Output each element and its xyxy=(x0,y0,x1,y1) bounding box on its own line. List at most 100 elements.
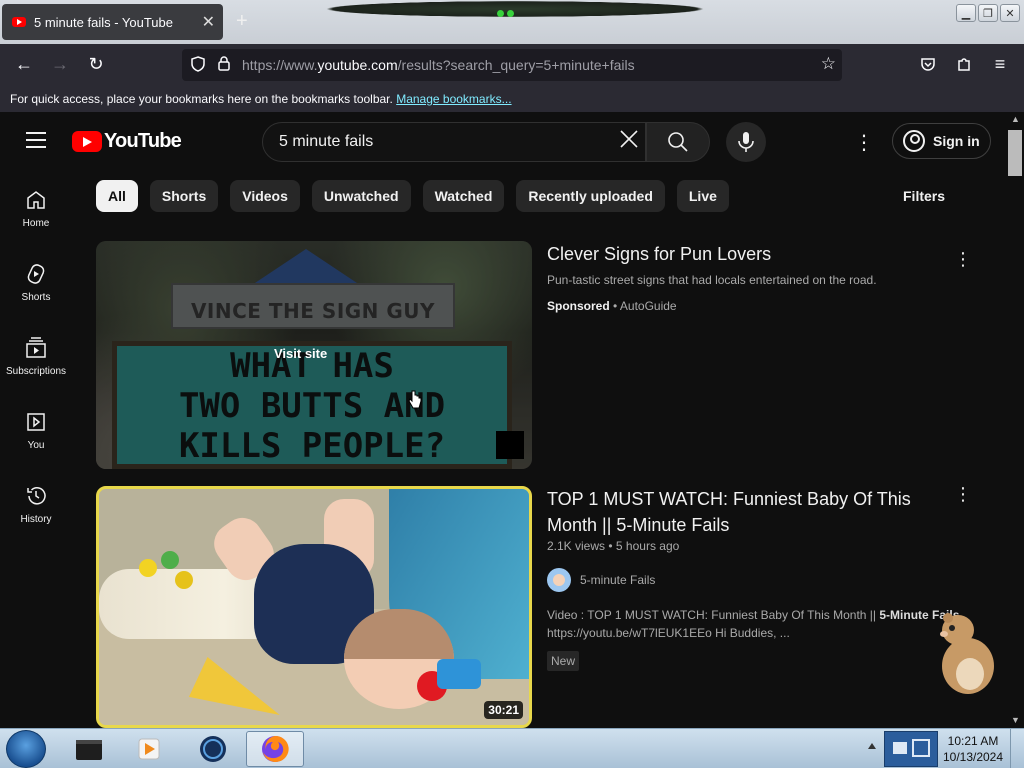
sidebar-item-history[interactable]: History xyxy=(0,466,72,540)
forward-arrow-icon[interactable]: → xyxy=(48,54,72,75)
close-window-button[interactable]: ✕ xyxy=(1000,4,1020,22)
show-desktop-button[interactable] xyxy=(1010,729,1024,768)
pocket-icon[interactable] xyxy=(916,54,940,76)
account-icon xyxy=(903,130,925,152)
window-decoration xyxy=(300,0,730,18)
system-tray-icons[interactable] xyxy=(884,731,938,767)
tab-close-icon[interactable]: ✕ xyxy=(202,12,215,32)
taskbar-app-firefox[interactable] xyxy=(246,731,304,767)
reload-icon[interactable]: ↻ xyxy=(84,54,108,75)
bookmark-star-icon[interactable]: ☆ xyxy=(821,54,836,74)
menu-icon[interactable]: ≡ xyxy=(988,54,1012,75)
video-stats: 2.1K views • 5 hours ago xyxy=(547,539,679,553)
video-more-menu-icon[interactable]: ⋮ xyxy=(954,484,972,505)
new-tab-icon[interactable]: + xyxy=(236,10,248,33)
windows-taskbar: 10:21 AM 10/13/2024 xyxy=(0,728,1024,768)
mouse-cursor-icon xyxy=(408,390,422,409)
chip-live[interactable]: Live xyxy=(676,180,729,212)
restore-button[interactable]: ❐ xyxy=(978,4,998,22)
minimize-button[interactable]: ▁ xyxy=(956,4,976,22)
browser-toolbar: ← → ↻ https://www.youtube.com/results?se… xyxy=(0,44,1024,86)
taskbar-app-globe[interactable] xyxy=(184,731,242,767)
video-result: 30:21 TOP 1 MUST WATCH: Funniest Baby Of… xyxy=(96,241,996,731)
scroll-down-icon[interactable]: ▼ xyxy=(1011,715,1020,725)
search-icon xyxy=(668,132,688,152)
search-query: 5 minute fails xyxy=(279,133,374,150)
sidebar-item-shorts[interactable]: Shorts xyxy=(0,244,72,318)
lock-icon[interactable] xyxy=(217,55,231,74)
network-icon xyxy=(893,739,930,757)
new-badge: New xyxy=(547,651,580,671)
settings-menu-icon[interactable]: ⋮ xyxy=(852,130,876,155)
page-scrollbar[interactable]: ▲ ▼ xyxy=(1008,112,1024,728)
address-bar[interactable]: https://www.youtube.com/results?search_q… xyxy=(182,49,842,81)
chip-all[interactable]: All xyxy=(96,180,138,212)
extensions-icon[interactable] xyxy=(952,54,976,77)
search-input[interactable]: 5 minute fails xyxy=(262,122,646,162)
sidebar-label: Home xyxy=(22,218,50,229)
media-player-icon xyxy=(138,738,160,760)
sidebar-label: Shorts xyxy=(21,292,51,303)
clear-search-icon[interactable] xyxy=(617,128,641,156)
sidebar-item-home[interactable]: Home xyxy=(0,170,72,244)
taskbar-app-terminal[interactable] xyxy=(60,731,118,767)
search-button[interactable] xyxy=(646,122,710,162)
shield-icon[interactable] xyxy=(190,56,206,75)
sidebar-label: History xyxy=(20,514,52,525)
youtube-logo[interactable]: YouTube xyxy=(72,130,182,153)
chip-shorts[interactable]: Shorts xyxy=(149,180,219,212)
manage-bookmarks-link[interactable]: Manage bookmarks... xyxy=(396,92,511,106)
sidebar-label: You xyxy=(27,440,45,451)
taskbar-clock[interactable]: 10:21 AM 10/13/2024 xyxy=(942,733,1004,765)
channel-name[interactable]: 5-minute Fails xyxy=(580,573,655,587)
chip-recently-uploaded[interactable]: Recently uploaded xyxy=(516,180,665,212)
video-snippet: Video : TOP 1 MUST WATCH: Funniest Baby … xyxy=(547,608,967,622)
you-icon xyxy=(27,413,45,431)
back-arrow-icon[interactable]: ← xyxy=(12,54,36,75)
hamster-pet-icon[interactable] xyxy=(930,608,1000,698)
start-button[interactable] xyxy=(6,730,46,768)
globe-app-icon xyxy=(200,736,226,762)
chip-unwatched[interactable]: Unwatched xyxy=(311,180,411,212)
chip-videos[interactable]: Videos xyxy=(230,180,300,212)
filter-chips: All Shorts Videos Unwatched Watched Rece… xyxy=(96,180,729,212)
sidebar-item-subscriptions[interactable]: Subscriptions xyxy=(0,318,72,392)
channel-avatar[interactable] xyxy=(547,568,571,592)
video-snippet-line2: https://youtu.be/wT7lEUK1EEo Hi Buddies,… xyxy=(547,626,790,640)
browser-tab-strip: 5 minute fails - YouTube ✕ + ▁ ❐ ✕ xyxy=(0,0,1024,44)
screen: 5 minute fails - YouTube ✕ + ▁ ❐ ✕ ← → ↻… xyxy=(0,0,1024,768)
video-duration: 30:21 xyxy=(484,701,523,719)
guide-sidebar: Home Shorts Subscriptions You History xyxy=(0,170,72,540)
scrollbar-thumb[interactable] xyxy=(1008,130,1022,176)
youtube-favicon-icon xyxy=(12,17,26,27)
subscriptions-icon xyxy=(26,337,46,358)
voice-search-button[interactable] xyxy=(726,122,766,162)
shorts-icon xyxy=(27,264,45,284)
url-text: https://www.youtube.com/results?search_q… xyxy=(242,57,635,73)
view-count: 2.1K views xyxy=(547,539,606,553)
tray-expand-icon[interactable] xyxy=(868,743,876,749)
clock-date: 10/13/2024 xyxy=(942,750,1004,764)
browser-tab[interactable]: 5 minute fails - YouTube ✕ xyxy=(2,4,223,40)
clock-time: 10:21 AM xyxy=(947,734,999,748)
window-controls: ▁ ❐ ✕ xyxy=(956,4,1020,22)
separator-dot: • xyxy=(608,539,613,553)
history-icon xyxy=(27,487,46,505)
sidebar-item-you[interactable]: You xyxy=(0,392,72,466)
chip-watched[interactable]: Watched xyxy=(422,180,505,212)
youtube-play-logo-icon xyxy=(72,131,102,152)
tab-title: 5 minute fails - YouTube xyxy=(34,14,173,30)
youtube-header: YouTube 5 minute fails ⋮ Sign in xyxy=(0,112,1008,170)
youtube-logo-text: YouTube xyxy=(104,130,182,152)
video-thumbnail[interactable]: 30:21 xyxy=(96,486,532,728)
firefox-icon xyxy=(262,735,289,762)
microphone-icon xyxy=(738,132,754,152)
bookmarks-hint: For quick access, place your bookmarks h… xyxy=(10,92,393,106)
scroll-up-icon[interactable]: ▲ xyxy=(1011,114,1020,124)
filters-button[interactable]: Filters xyxy=(903,188,945,204)
upload-age: 5 hours ago xyxy=(615,539,680,553)
taskbar-app-media-player[interactable] xyxy=(120,731,178,767)
guide-menu-icon[interactable] xyxy=(26,132,46,153)
sign-in-button[interactable]: Sign in xyxy=(892,123,991,159)
video-title[interactable]: TOP 1 MUST WATCH: Funniest Baby Of This … xyxy=(547,486,917,538)
